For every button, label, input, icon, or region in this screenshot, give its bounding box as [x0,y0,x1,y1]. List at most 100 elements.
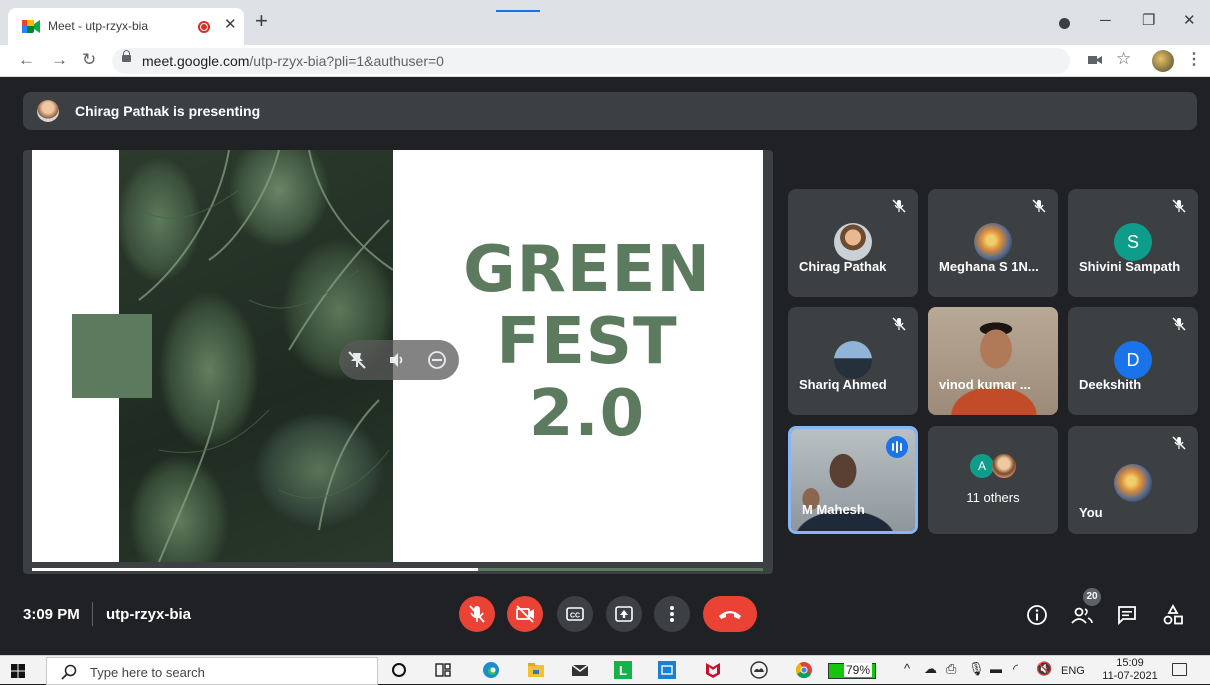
activities-icon[interactable] [1162,604,1184,626]
participant-name: Deekshith [1079,377,1142,392]
meet-now-icon[interactable]: ⎙ [946,661,956,677]
close-tab-icon[interactable]: ✕ [224,16,237,34]
participant-tile[interactable]: Shariq Ahmed [788,307,918,415]
battery-percent: 79% [844,663,873,677]
participant-tile-speaking[interactable]: M Mahesh [788,426,918,534]
tile-hover-controls [339,340,459,380]
participant-tile[interactable]: Meghana S 1N... [928,189,1058,297]
participant-name: Meghana S 1N... [939,259,1039,274]
windows-start-icon[interactable] [11,664,25,678]
minimize-window-icon[interactable]: ─ [1100,12,1111,30]
chevron-up-icon[interactable]: ^ [904,661,910,676]
others-tile[interactable]: A 11 others [928,426,1058,534]
mic-muted-icon [1172,436,1186,450]
search-placeholder: Type here to search [90,665,205,680]
edge-browser-icon[interactable] [482,661,500,679]
meeting-time: 3:09 PM [23,606,80,623]
microphone-icon[interactable]: 🎙 [968,661,985,677]
chrome-icon[interactable] [795,661,813,679]
mic-muted-icon [892,199,906,213]
meeting-details-icon[interactable] [1026,604,1048,626]
profile-avatar[interactable] [1152,50,1174,72]
address-bar[interactable]: meet.google.com/utp-rzyx-bia?pli=1&authu… [112,48,1070,74]
participant-avatar [992,454,1016,478]
onedrive-icon[interactable]: ☁ [924,661,937,677]
battery-tray-icon[interactable]: ▬ [990,662,1002,676]
browser-toolbar: ← → ↻ meet.google.com/utp-rzyx-bia?pli=1… [0,45,1210,77]
participant-avatar [834,223,872,261]
tab-search-icon[interactable] [1059,18,1070,29]
mic-muted-icon [1172,199,1186,213]
participant-avatar: S [1114,223,1152,261]
participant-tile[interactable]: vinod kumar ... [928,307,1058,415]
participant-tile[interactable]: D Deekshith [1068,307,1198,415]
browser-tab-strip: Meet - utp-rzyx-bia ✕ + ─ ❐ ✕ [0,0,1210,45]
self-tile[interactable]: You [1068,426,1198,534]
presenting-text: Chirag Pathak is presenting [75,103,261,119]
remove-from-call-icon[interactable] [427,350,447,370]
more-options-button[interactable] [654,596,690,632]
close-window-icon[interactable]: ✕ [1183,12,1196,30]
camera-toggle-button[interactable] [507,596,543,632]
captions-button[interactable]: CC [557,596,593,632]
participant-name: Shariq Ahmed [799,377,887,392]
task-view-icon[interactable] [434,661,452,679]
mic-muted-icon [1172,317,1186,331]
volume-icon[interactable] [387,350,407,370]
bookmark-star-icon[interactable]: ☆ [1116,49,1131,69]
participant-name: M Mahesh [802,502,865,517]
reload-icon[interactable]: ↻ [82,49,96,71]
presenting-banner: Chirag Pathak is presenting [23,92,1197,130]
browser-menu-icon[interactable]: ⋮ [1186,49,1202,69]
url-path: /utp-rzyx-bia?pli=1&authuser=0 [249,53,444,69]
leave-call-button[interactable] [703,596,757,632]
mcafee-icon[interactable] [704,661,722,679]
participant-tile[interactable]: Chirag Pathak [788,189,918,297]
taskbar-clock[interactable]: 15:09 11-07-2021 [1100,657,1160,683]
cloud-app-icon[interactable] [750,661,768,679]
people-icon[interactable] [1071,604,1093,626]
browser-tab[interactable]: Meet - utp-rzyx-bia ✕ [8,8,244,45]
participant-avatar [974,223,1012,261]
google-meet-icon [22,20,40,33]
speaker-muted-icon[interactable]: 🔇 [1036,661,1052,677]
participant-avatar: D [1114,341,1152,379]
present-now-button[interactable] [606,596,642,632]
present-screen-icon [615,606,633,622]
input-language[interactable]: ENG [1061,665,1085,677]
svg-text:L: L [619,663,627,678]
search-icon [61,664,77,680]
url-text[interactable]: meet.google.com/utp-rzyx-bia?pli=1&authu… [142,53,444,69]
participant-tile[interactable]: S Shivini Sampath [1068,189,1198,297]
bottom-divider [92,602,93,626]
participant-name: You [1079,505,1103,520]
mic-muted-icon [1032,199,1046,213]
taskbar-search-box[interactable]: Type here to search [46,657,378,685]
mail-icon[interactable] [571,661,589,679]
pin-off-icon[interactable] [347,350,367,370]
file-explorer-icon[interactable] [527,661,545,679]
forward-arrow-icon[interactable]: → [51,49,68,71]
restore-window-icon[interactable]: ❐ [1142,12,1155,30]
wifi-icon[interactable]: ◜ [1013,661,1018,677]
chat-icon[interactable] [1116,604,1138,626]
participant-name: Shivini Sampath [1079,259,1181,274]
notifications-icon[interactable] [1172,663,1187,676]
slide-title: GREEN FEST 2.0 [437,234,737,450]
participant-avatar [834,341,872,379]
participant-name: Chirag Pathak [799,259,887,274]
slide-accent-square [72,314,152,398]
back-arrow-icon[interactable]: ← [18,49,35,71]
meeting-code: utp-rzyx-bia [106,606,192,623]
cortana-icon[interactable] [390,661,408,679]
tab-title: Meet - utp-rzyx-bia [48,19,149,33]
outlook-icon[interactable] [658,661,676,679]
recording-indicator-icon [198,21,210,33]
lock-icon[interactable] [122,50,131,62]
camera-in-use-icon[interactable] [1088,55,1102,65]
presenter-avatar [37,100,59,122]
new-tab-button[interactable]: + [255,10,268,32]
slide-title-line1: GREEN [463,233,711,307]
lens-app-icon[interactable]: L [614,661,632,679]
mic-toggle-button[interactable] [459,596,495,632]
